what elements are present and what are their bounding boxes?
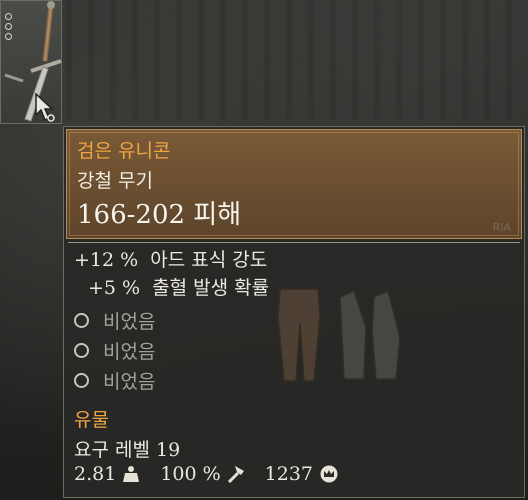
item-type: 강철 무기 — [77, 170, 153, 192]
item-rarity: 유물 — [74, 409, 109, 431]
socket-slot-3: 비었음 — [74, 367, 155, 394]
divider — [68, 242, 520, 243]
hammer-icon — [227, 466, 244, 483]
tooltip-header: 검은 유니콘 강철 무기 166-202 피해 RIA — [66, 129, 522, 239]
price-value: 1237 — [264, 463, 314, 485]
socket-label: 비었음 — [103, 341, 156, 363]
mouse-cursor-icon — [35, 93, 55, 122]
item-name: 검은 유니콘 — [77, 140, 171, 162]
socket-slot-1: 비었음 — [74, 307, 155, 334]
empty-socket-icon — [74, 313, 89, 328]
socket-label: 비었음 — [103, 311, 156, 333]
item-footer: 2.81 100 % 1237 — [74, 463, 339, 485]
inventory-slot-sword[interactable] — [0, 0, 62, 124]
socket-slot-2: 비었음 — [74, 337, 155, 364]
level-requirement: 요구 레벨 19 — [74, 439, 181, 461]
empty-socket-icon — [74, 343, 89, 358]
stat-sign-intensity: +12 % 아드 표식 강도 — [74, 249, 268, 271]
crown-coin-icon — [320, 465, 338, 483]
weight-icon — [123, 466, 140, 482]
trousers-silhouette-icon — [277, 288, 321, 382]
weight-value: 2.81 — [74, 463, 117, 485]
watermark: RIA — [492, 221, 511, 234]
empty-socket-icon — [74, 373, 89, 388]
durability-value: 100 % — [160, 463, 221, 485]
stat-bleed-chance: +5 % 출혈 발생 확률 — [88, 277, 270, 299]
forest-backdrop — [0, 0, 528, 120]
socket-label: 비었음 — [103, 371, 156, 393]
item-tooltip: 검은 유니콘 강철 무기 166-202 피해 RIA +12 % 아드 표식 … — [63, 126, 525, 498]
item-damage: 166-202 피해 — [77, 200, 242, 230]
gauntlets-silhouette-icon — [339, 289, 401, 380]
